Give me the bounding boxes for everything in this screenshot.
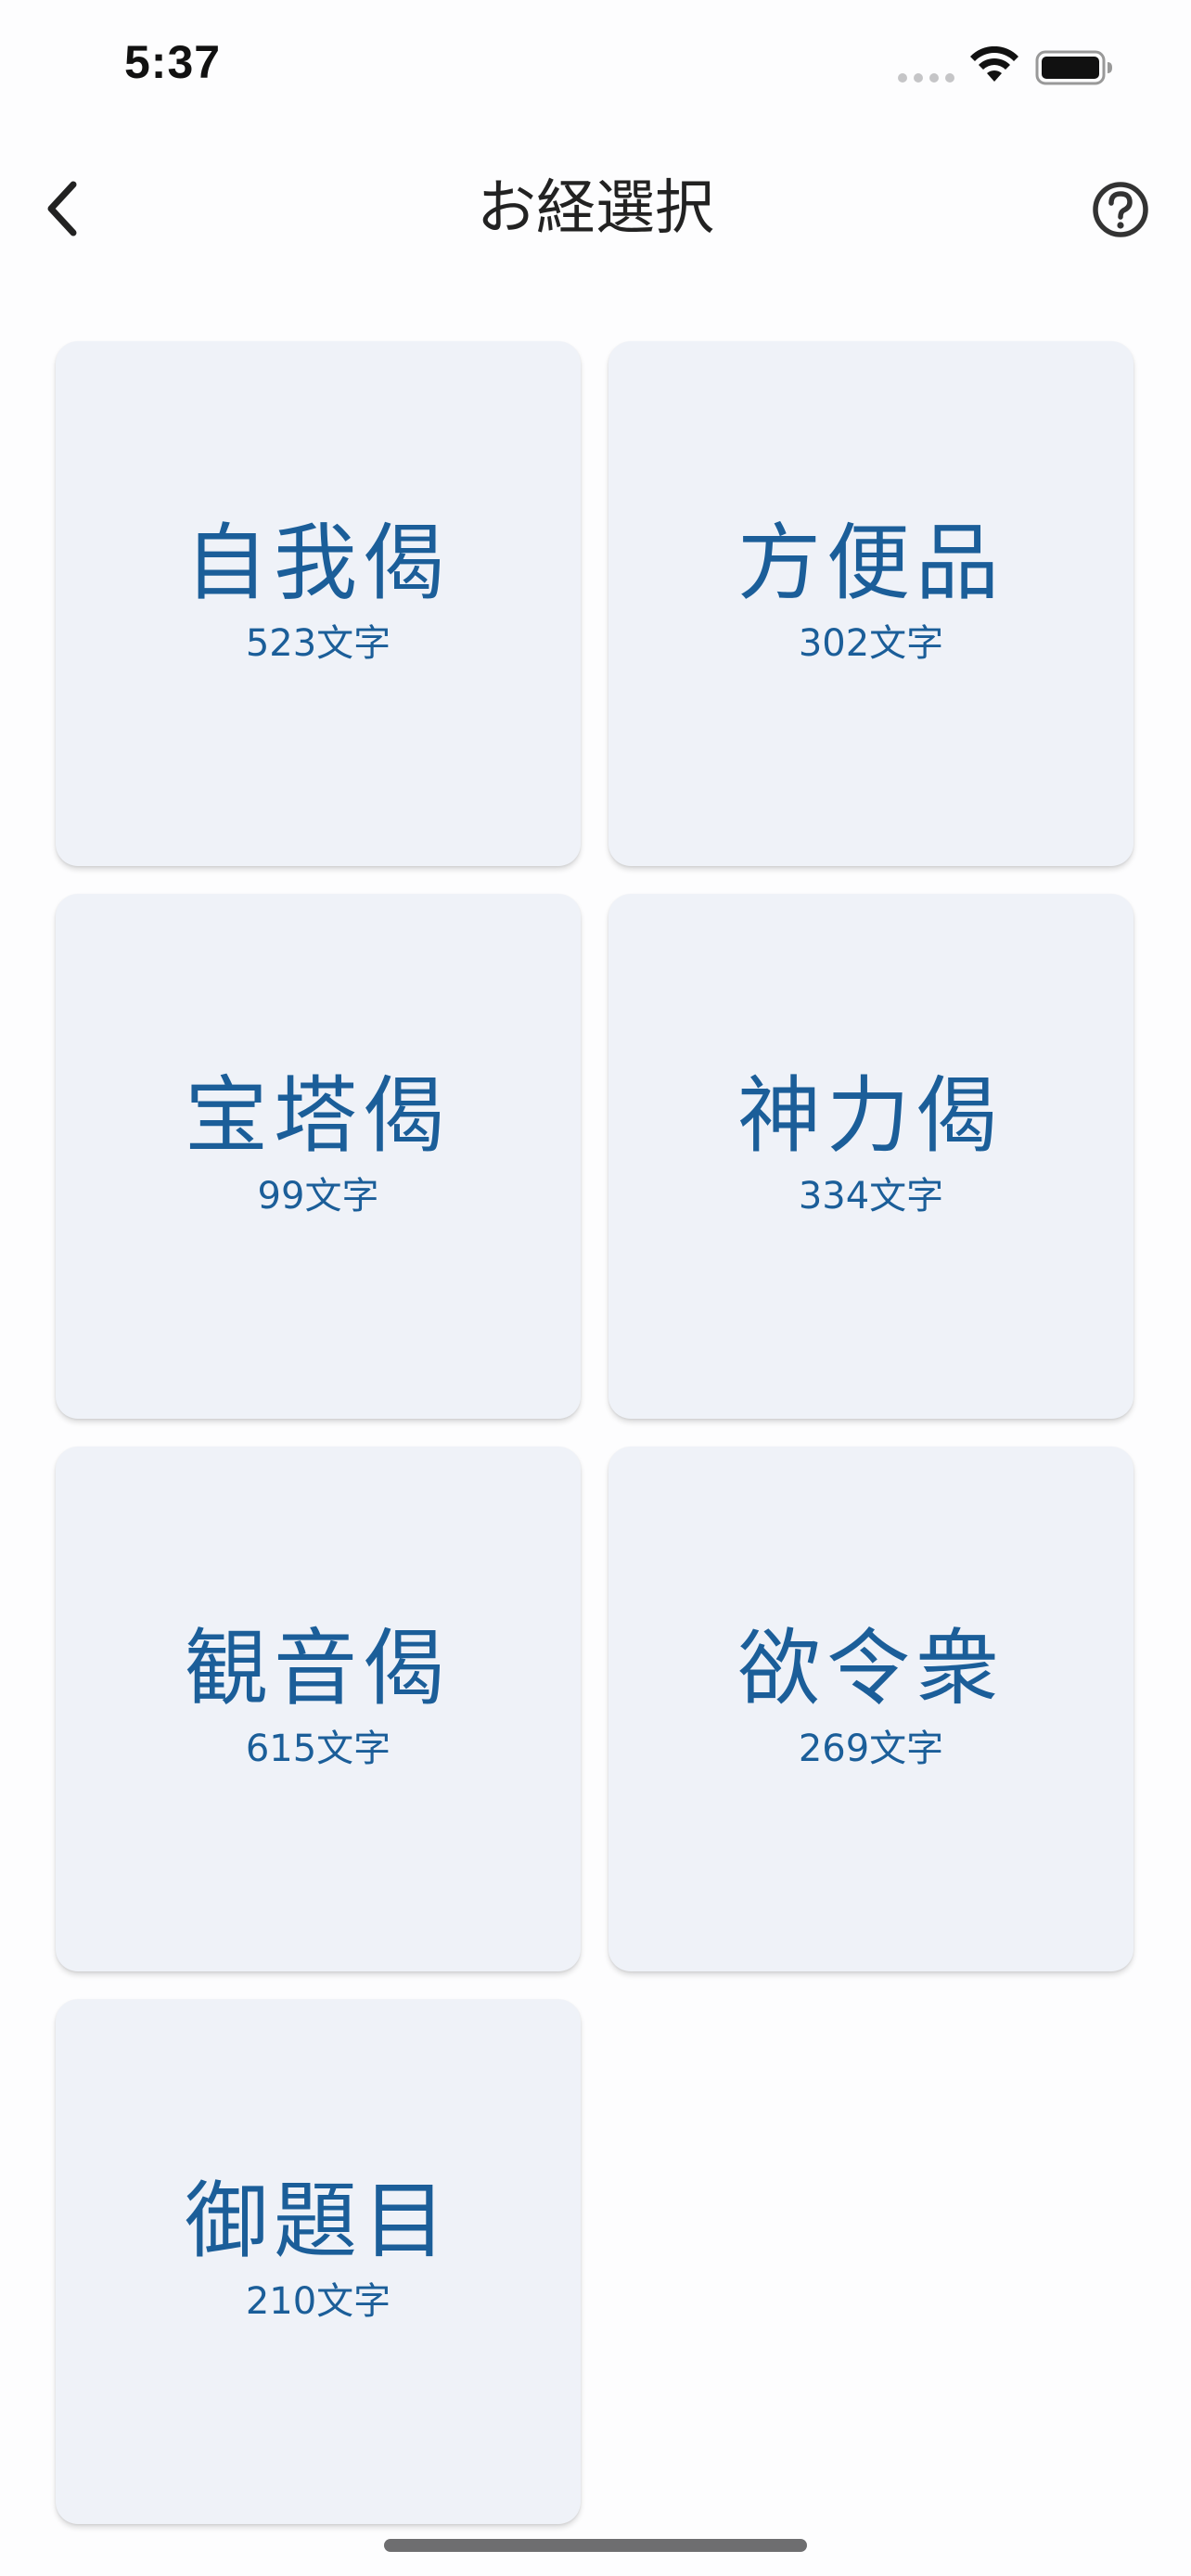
page-title: お経選択 — [477, 174, 714, 243]
question-circle-icon — [1093, 182, 1148, 237]
help-button[interactable] — [1091, 180, 1150, 239]
wifi-icon — [970, 46, 1018, 82]
sutra-card-odaimoku[interactable]: 御題目 210文字 — [56, 1999, 581, 2524]
sutra-character-count: 523文字 — [245, 622, 391, 666]
sutra-character-count: 269文字 — [798, 1728, 944, 1771]
cellular-signal-icon — [898, 73, 955, 84]
sutra-grid: 自我偈 523文字 方便品 302文字 宝塔偈 99文字 神力偈 334文字 観… — [56, 341, 1135, 2524]
sutra-character-count: 210文字 — [245, 2280, 391, 2324]
sutra-title: 観音偈 — [185, 1619, 452, 1717]
navigation-bar: お経選択 — [0, 148, 1191, 269]
sutra-card-kannonge[interactable]: 観音偈 615文字 — [56, 1447, 581, 1971]
sutra-title: 方便品 — [737, 514, 1005, 612]
sutra-title: 神力偈 — [737, 1066, 1005, 1165]
battery-icon — [1035, 50, 1112, 85]
sutra-character-count: 334文字 — [798, 1175, 944, 1218]
chevron-left-icon — [47, 181, 77, 236]
sutra-card-jigage[interactable]: 自我偈 523文字 — [56, 341, 581, 866]
sutra-card-jinrikige[interactable]: 神力偈 334文字 — [608, 894, 1133, 1419]
sutra-title: 御題目 — [185, 2172, 452, 2270]
sutra-card-hobenbon[interactable]: 方便品 302文字 — [608, 341, 1133, 866]
sutra-character-count: 99文字 — [257, 1175, 379, 1218]
sutra-character-count: 615文字 — [245, 1728, 391, 1771]
sutra-card-hotoge[interactable]: 宝塔偈 99文字 — [56, 894, 581, 1419]
sutra-title: 欲令衆 — [737, 1619, 1005, 1717]
home-indicator[interactable] — [384, 2539, 807, 2552]
sutra-card-yokuryoshu[interactable]: 欲令衆 269文字 — [608, 1447, 1133, 1971]
sutra-title: 宝塔偈 — [185, 1066, 452, 1165]
sutra-title: 自我偈 — [185, 514, 452, 612]
sutra-character-count: 302文字 — [798, 622, 944, 666]
status-bar: 5:37 — [0, 0, 1191, 130]
back-button[interactable] — [30, 167, 95, 250]
status-time: 5:37 — [124, 36, 222, 88]
